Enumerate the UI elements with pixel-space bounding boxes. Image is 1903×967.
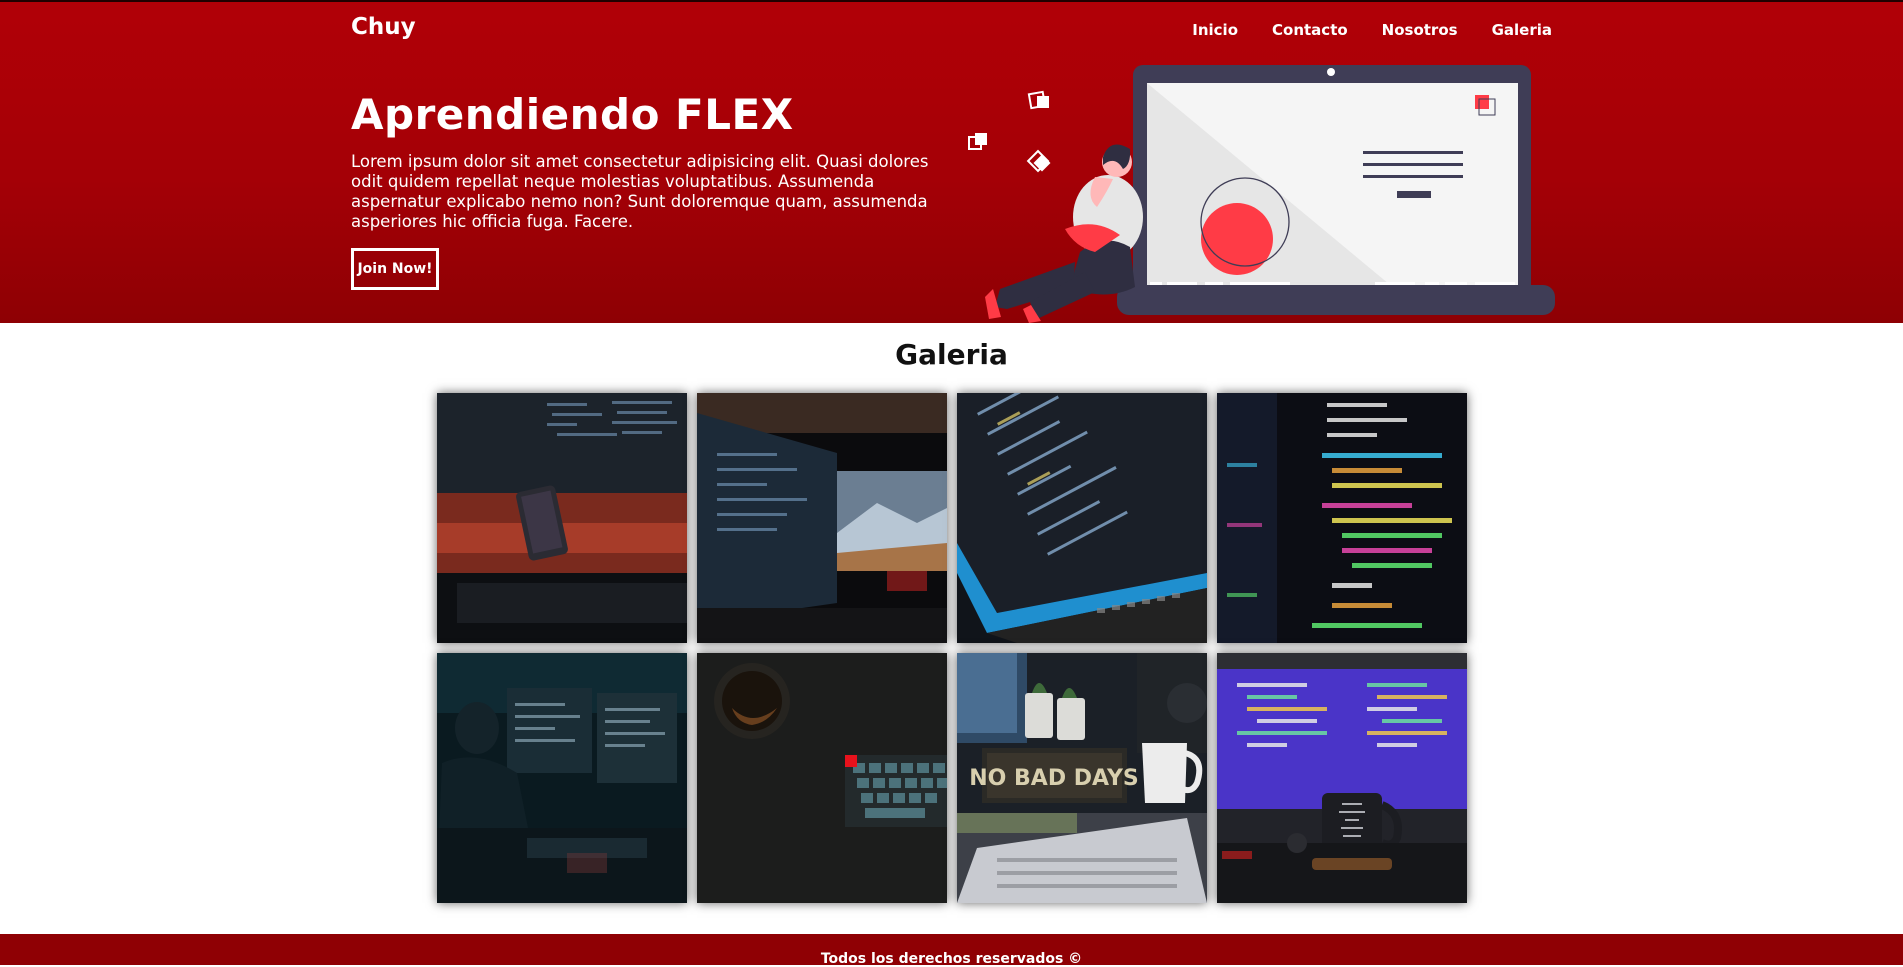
gallery-image-8[interactable]: [1217, 653, 1467, 903]
gallery-image-5[interactable]: [437, 653, 687, 903]
coffee-keyboard-image: [697, 653, 947, 903]
main-nav: Inicio Contacto Nosotros Galeria: [1192, 21, 1552, 39]
multi-monitor-desk-image: [697, 393, 947, 643]
nav-link-contacto[interactable]: Contacto: [1272, 21, 1348, 39]
hero-description: Lorem ipsum dolor sit amet consectetur a…: [351, 152, 929, 231]
join-now-button[interactable]: Join Now!: [351, 248, 439, 290]
gallery-title: Galeria: [895, 338, 1008, 371]
purple-code-mug-image: [1217, 653, 1467, 903]
laptop-person-illustration: [968, 65, 1555, 323]
dark-desk-phone-code-image: [437, 393, 687, 643]
gallery-image-1[interactable]: [437, 393, 687, 643]
developer-at-monitors-image: [437, 653, 687, 903]
hero-header: Chuy Inicio Contacto Nosotros Galeria Ap…: [0, 0, 1903, 323]
nav-link-nosotros[interactable]: Nosotros: [1382, 21, 1458, 39]
gallery-grid: NO BAD DAYS: [437, 393, 1467, 903]
gallery-image-2[interactable]: [697, 393, 947, 643]
floating-squares-icon: [968, 90, 1050, 173]
gallery-image-7[interactable]: NO BAD DAYS: [957, 653, 1207, 903]
svg-text:NO BAD DAYS: NO BAD DAYS: [969, 766, 1138, 791]
gallery-image-4[interactable]: [1217, 393, 1467, 643]
gallery-image-3[interactable]: [957, 393, 1207, 643]
gallery-image-6[interactable]: [697, 653, 947, 903]
hero-title: Aprendiendo FLEX: [351, 90, 794, 139]
site-logo[interactable]: Chuy: [351, 14, 416, 40]
nav-link-galeria[interactable]: Galeria: [1492, 21, 1552, 39]
no-bad-days-desk-image: NO BAD DAYS: [957, 653, 1207, 903]
nav-link-inicio[interactable]: Inicio: [1192, 21, 1238, 39]
colorful-code-screen-image: [1217, 393, 1467, 643]
laptop-code-closeup-image: [957, 393, 1207, 643]
